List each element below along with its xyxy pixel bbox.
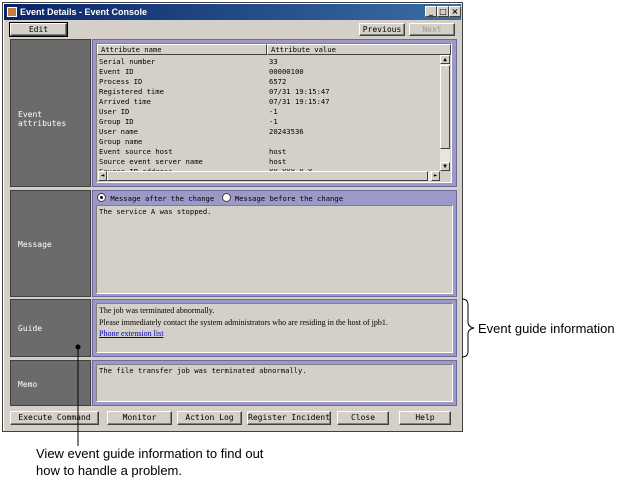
annotation-graphics [75,298,475,446]
view-guide-annotation-line2: how to handle a problem. [36,463,182,478]
guide-info-annotation: Event guide information [478,321,615,336]
guide-brace [461,298,475,358]
view-guide-annotation-line1: View event guide information to find out [36,446,264,461]
